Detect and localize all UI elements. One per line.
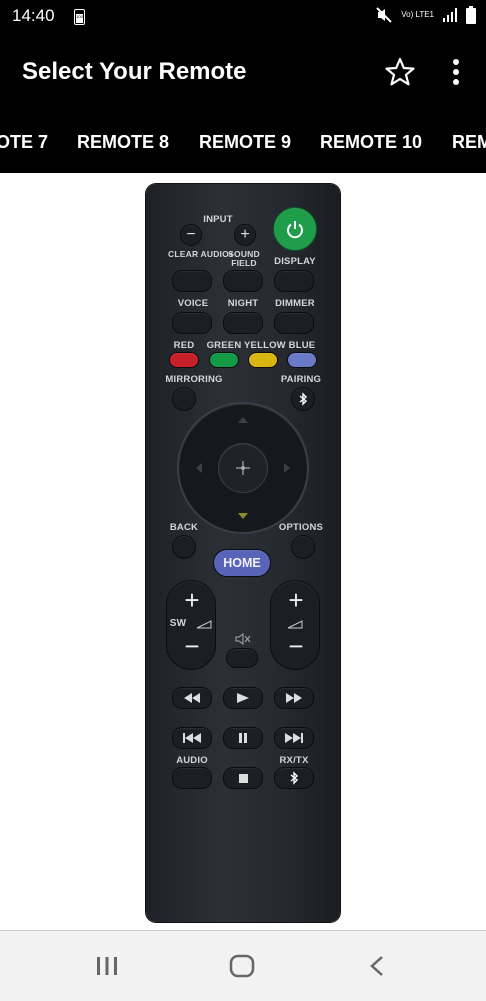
yellow-button[interactable] (248, 352, 278, 368)
voice-label: VOICE (177, 298, 209, 309)
home-button[interactable]: HOME (213, 549, 271, 577)
green-label: GREEN (206, 340, 242, 351)
mute-icon (376, 7, 392, 23)
subwoofer-minus-button[interactable]: − (167, 631, 217, 662)
sw-label: SW (169, 618, 187, 629)
rx-tx-label: RX/TX (279, 755, 309, 766)
display-label: DISPLAY (274, 256, 316, 267)
fast-forward-button[interactable] (274, 687, 314, 709)
tab-remote-10[interactable]: REMOTE 10 (320, 114, 422, 173)
stop-button[interactable] (223, 767, 263, 789)
clear-audio-button[interactable] (172, 270, 212, 292)
bluetooth-icon (290, 771, 299, 785)
audio-label: AUDIO (176, 755, 208, 766)
home-label: HOME (223, 556, 261, 570)
favorite-star-icon[interactable] (384, 56, 416, 88)
recent-apps-icon[interactable] (95, 955, 119, 977)
sound-field-label: SOUND FIELD (228, 249, 260, 268)
rewind-button[interactable] (172, 687, 212, 709)
pause-button[interactable] (223, 727, 263, 749)
remote-tabs: OTE 7 REMOTE 8 REMOTE 9 REMOTE 10 REM (0, 114, 486, 173)
pairing-label: PAIRING (280, 374, 322, 385)
signal-icon (443, 8, 457, 22)
volume-wedge-icon (287, 620, 303, 629)
dimmer-label: DIMMER (275, 298, 315, 309)
back-nav-icon[interactable] (369, 955, 385, 977)
tab-remote-11[interactable]: REM (452, 114, 486, 173)
sound-field-button[interactable] (223, 270, 263, 292)
power-button[interactable] (273, 207, 317, 251)
home-nav-icon[interactable] (229, 954, 255, 978)
night-button[interactable] (223, 312, 263, 334)
rx-tx-button[interactable] (274, 767, 314, 789)
remote-control: INPUT − + CLEAR AUDIO+ SOUND FIELD DISPL… (146, 184, 340, 922)
voice-button[interactable] (172, 312, 212, 334)
previous-button[interactable] (172, 727, 212, 749)
night-label: NIGHT (227, 298, 259, 309)
next-button[interactable] (274, 727, 314, 749)
more-options-icon[interactable] (446, 56, 466, 88)
skip-next-icon (285, 733, 303, 743)
blue-label: BLUE (288, 340, 316, 351)
status-icons: Vo) LTE1 (375, 6, 476, 24)
mute-speaker-icon (235, 633, 251, 645)
skip-previous-icon (183, 733, 201, 743)
play-button[interactable] (223, 687, 263, 709)
fast-forward-icon (286, 693, 302, 703)
tab-remote-9[interactable]: REMOTE 9 (199, 114, 291, 173)
red-button[interactable] (169, 352, 199, 368)
back-button[interactable] (172, 535, 196, 559)
mute-button[interactable] (226, 648, 258, 668)
options-button[interactable] (291, 535, 315, 559)
status-bar: 14:40 100 Vo) LTE1 (0, 0, 486, 34)
input-minus-button[interactable]: − (180, 224, 202, 246)
app-bar: Select Your Remote (0, 34, 486, 114)
clear-audio-label: CLEAR AUDIO+ (168, 249, 235, 259)
system-nav-bar (0, 930, 486, 1001)
battery-saver-icon: 100 (74, 9, 85, 25)
dimmer-button[interactable] (274, 312, 314, 334)
stop-icon (238, 773, 248, 783)
red-label: RED (173, 340, 195, 351)
rewind-icon (184, 693, 200, 703)
mirroring-label: MIRRORING (165, 374, 223, 385)
tab-remote-7[interactable]: OTE 7 (0, 114, 48, 173)
status-time: 14:40 (12, 6, 55, 25)
pause-icon (239, 733, 247, 743)
sw-volume-wedge-icon (196, 620, 212, 629)
network-type: Vo) LTE1 (401, 10, 434, 19)
green-button[interactable] (209, 352, 239, 368)
volume-plus-button[interactable]: + (271, 585, 321, 616)
audio-button[interactable] (172, 767, 212, 789)
options-label: OPTIONS (278, 522, 324, 533)
tab-remote-8[interactable]: REMOTE 8 (77, 114, 169, 173)
play-icon (237, 693, 249, 703)
blue-button[interactable] (287, 352, 317, 368)
battery-icon (466, 6, 476, 24)
page-title: Select Your Remote (22, 58, 247, 85)
power-icon (287, 221, 303, 239)
plus-icon (236, 461, 250, 475)
input-label: INPUT (203, 214, 233, 225)
yellow-label: YELLOW (244, 340, 286, 351)
back-label: BACK (169, 522, 199, 533)
enter-button[interactable] (218, 443, 268, 493)
volume-minus-button[interactable]: − (271, 631, 321, 662)
display-button[interactable] (274, 270, 314, 292)
subwoofer-plus-button[interactable]: + (167, 585, 217, 616)
input-plus-button[interactable]: + (234, 224, 256, 246)
